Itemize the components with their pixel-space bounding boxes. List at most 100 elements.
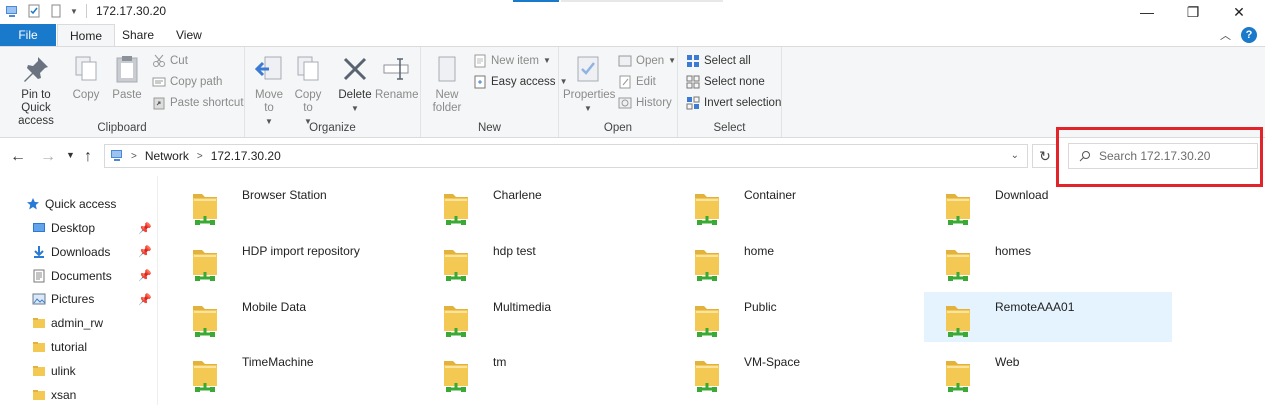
easy-access-icon xyxy=(474,75,486,89)
edit-label: Edit xyxy=(636,76,656,88)
new-item-button[interactable]: New item ▼ xyxy=(473,52,551,70)
network-share-item[interactable]: home xyxy=(673,236,921,286)
open-group: Properties ▼ Open ▼ Edit History Open xyxy=(559,47,678,137)
copy-button[interactable]: Copy xyxy=(68,53,104,102)
nav-item-tutorial[interactable]: tutorial xyxy=(0,335,158,359)
network-share-item[interactable]: homes xyxy=(924,236,1172,286)
share-name: hdp test xyxy=(493,244,536,258)
forward-arrow-icon[interactable]: → xyxy=(40,148,56,166)
network-share-item[interactable]: HDP import repository xyxy=(171,236,419,286)
nav-item-downloads[interactable]: Downloads 📌 xyxy=(0,240,158,264)
back-arrow-icon[interactable]: ← xyxy=(10,148,26,166)
history-button[interactable]: History xyxy=(618,94,672,112)
cut-button[interactable]: Cut xyxy=(152,52,188,70)
refresh-button[interactable]: ↻ xyxy=(1032,144,1058,168)
nav-item-admin-rw[interactable]: admin_rw xyxy=(0,311,158,335)
breadcrumb-separator-icon[interactable]: > xyxy=(131,151,137,162)
new-folder-button[interactable]: New folder xyxy=(427,53,467,115)
pictures-icon xyxy=(32,293,46,305)
copy-path-label: Copy path xyxy=(170,76,223,88)
collapse-ribbon-chevron-icon[interactable]: ︿ xyxy=(1220,27,1231,43)
history-icon xyxy=(618,97,632,109)
minimize-button[interactable]: — xyxy=(1124,0,1170,24)
ribbon: Pin to Quick access Copy Paste Cut Copy … xyxy=(0,46,1265,138)
pin-icon[interactable]: 📌 xyxy=(138,269,152,282)
history-label: History xyxy=(636,97,672,109)
network-share-item[interactable]: Browser Station xyxy=(171,180,419,230)
new-folder-qat-icon[interactable] xyxy=(48,3,64,19)
easy-access-button[interactable]: Easy access ▼ xyxy=(473,73,567,91)
title-separator xyxy=(86,4,87,18)
copy-label: Copy xyxy=(72,89,100,101)
recent-locations-chevron-icon[interactable]: ▼ xyxy=(66,150,75,160)
shared-folder-icon xyxy=(946,250,970,281)
copy-path-button[interactable]: Copy path xyxy=(152,73,222,91)
nav-item-pictures[interactable]: Pictures 📌 xyxy=(0,287,158,311)
delete-button[interactable]: Delete ▼ xyxy=(335,53,375,115)
breadcrumb-separator-icon[interactable]: > xyxy=(197,151,203,162)
share-name: Container xyxy=(744,188,797,202)
paste-icon xyxy=(116,56,138,83)
edit-button[interactable]: Edit xyxy=(618,73,656,91)
network-share-item[interactable]: VM-Space xyxy=(673,347,921,397)
shared-folder-icon xyxy=(193,194,217,225)
network-share-item[interactable]: Public xyxy=(673,292,921,342)
cut-label: Cut xyxy=(170,55,188,67)
pin-icon[interactable]: 📌 xyxy=(138,245,152,258)
shared-folder-icon xyxy=(193,306,217,337)
shared-folder-icon xyxy=(695,306,719,337)
pin-to-quick-access-button[interactable]: Pin to Quick access xyxy=(4,53,68,128)
new-group-label: New xyxy=(477,122,501,134)
address-dropdown-chevron-icon[interactable]: ⌄ xyxy=(1011,150,1019,161)
nav-item-desktop[interactable]: Desktop 📌 xyxy=(0,216,158,240)
network-share-item[interactable]: TimeMachine xyxy=(171,347,419,397)
paste-shortcut-button[interactable]: Paste shortcut xyxy=(152,94,244,112)
invert-selection-button[interactable]: Invert selection xyxy=(686,94,781,112)
pin-icon[interactable]: 📌 xyxy=(138,222,152,235)
folder-icon xyxy=(33,342,45,352)
rename-button[interactable]: Rename xyxy=(375,53,418,102)
select-none-button[interactable]: Select none xyxy=(686,73,765,91)
close-button[interactable]: ✕ xyxy=(1216,0,1262,24)
tab-view[interactable]: View xyxy=(164,24,214,46)
nav-item-xsan[interactable]: xsan xyxy=(0,383,158,407)
network-share-item[interactable]: Charlene xyxy=(422,180,670,230)
network-share-item[interactable]: Multimedia xyxy=(422,292,670,342)
network-share-item[interactable]: Container xyxy=(673,180,921,230)
tab-file[interactable]: File xyxy=(0,24,56,46)
tab-home[interactable]: Home xyxy=(57,24,116,47)
download-icon xyxy=(34,245,44,258)
help-icon[interactable]: ? xyxy=(1241,27,1257,43)
select-all-button[interactable]: Select all xyxy=(686,52,751,70)
customize-qat-chevron-icon[interactable]: ▼ xyxy=(70,7,78,16)
network-share-item[interactable]: Download xyxy=(924,180,1172,230)
tab-share[interactable]: Share xyxy=(110,24,166,46)
shared-folder-icon xyxy=(695,194,719,225)
address-bar[interactable]: > Network > 172.17.30.20 ⌄ xyxy=(104,144,1028,168)
nav-quick-access[interactable]: Quick access xyxy=(0,192,158,216)
copy-to-icon xyxy=(297,56,319,81)
open-button[interactable]: Open ▼ xyxy=(618,52,676,70)
restore-button[interactable]: ❐ xyxy=(1170,0,1216,24)
properties-icon[interactable] xyxy=(26,3,42,19)
open-chevron-icon: ▼ xyxy=(668,56,677,65)
copy-to-button[interactable]: Copy to ▼ xyxy=(291,53,325,128)
paste-button[interactable]: Paste xyxy=(108,53,146,102)
nav-item-label: Documents xyxy=(51,268,112,283)
network-share-item[interactable]: hdp test xyxy=(422,236,670,286)
breadcrumb-host[interactable]: 172.17.30.20 xyxy=(211,149,281,163)
nav-item-ulink[interactable]: ulink xyxy=(0,359,158,383)
quick-access-toolbar: ▼ xyxy=(4,3,78,19)
move-to-button[interactable]: Move to ▼ xyxy=(249,53,289,128)
pin-icon[interactable]: 📌 xyxy=(138,293,152,306)
network-share-item[interactable]: tm xyxy=(422,347,670,397)
network-share-item[interactable]: Web xyxy=(924,347,1172,397)
properties-button[interactable]: Properties ▼ xyxy=(563,53,615,115)
network-share-item[interactable]: Mobile Data xyxy=(171,292,419,342)
nav-item-documents[interactable]: Documents 📌 xyxy=(0,264,158,288)
share-name: HDP import repository xyxy=(242,244,360,258)
up-arrow-icon[interactable]: ↑ xyxy=(84,148,92,166)
breadcrumb-network[interactable]: Network xyxy=(145,149,189,163)
paste-shortcut-icon xyxy=(153,97,165,110)
network-share-item[interactable]: RemoteAAA01 xyxy=(924,292,1172,342)
